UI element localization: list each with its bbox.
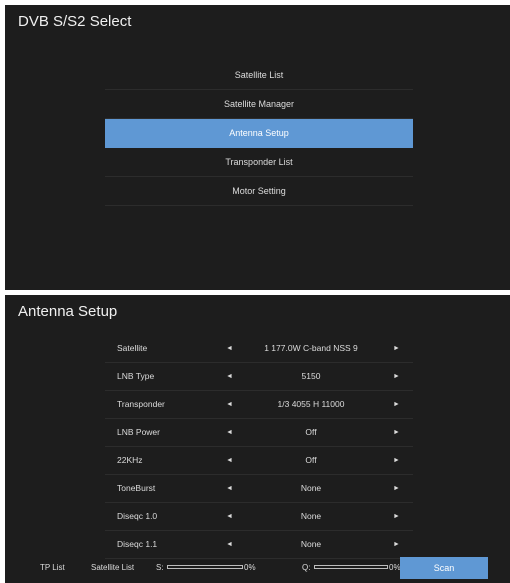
arrow-left-icon[interactable]: ◄ bbox=[226, 531, 233, 558]
arrow-left-icon[interactable]: ◄ bbox=[226, 419, 233, 446]
menu-item-antenna-setup[interactable]: Antenna Setup bbox=[105, 119, 413, 148]
setting-label: Diseqc 1.1 bbox=[117, 539, 158, 549]
arrow-right-icon[interactable]: ► bbox=[393, 391, 400, 418]
setting-value: Off bbox=[305, 455, 317, 465]
screen-title: DVB S/S2 Select bbox=[18, 13, 132, 30]
arrow-right-icon[interactable]: ► bbox=[393, 447, 400, 474]
tp-list-button[interactable]: TP List bbox=[40, 557, 65, 579]
arrow-left-icon[interactable]: ◄ bbox=[226, 391, 233, 418]
setting-row[interactable]: ToneBurst ◄ None ► bbox=[105, 475, 413, 503]
arrow-right-icon[interactable]: ► bbox=[393, 363, 400, 390]
satellite-list-button[interactable]: Satellite List bbox=[91, 557, 134, 579]
menu-item-transponder-list[interactable]: Transponder List bbox=[105, 148, 413, 177]
footer-bar: TP List Satellite List S: 0% Q: 0% Scan bbox=[5, 557, 510, 579]
setting-row[interactable]: Satellite ◄ 1 177.0W C-band NSS 9 ► bbox=[105, 335, 413, 363]
signal-strength-label: S: bbox=[156, 563, 164, 572]
signal-quality-value: 0% bbox=[389, 563, 401, 572]
setting-value: 1 177.0W C-band NSS 9 bbox=[264, 343, 358, 353]
signal-strength-value: 0% bbox=[244, 563, 256, 572]
setting-label: LNB Power bbox=[117, 427, 160, 437]
setting-row[interactable]: LNB Power ◄ Off ► bbox=[105, 419, 413, 447]
setting-row[interactable]: LNB Type ◄ 5150 ► bbox=[105, 363, 413, 391]
setting-value: 1/3 4055 H 11000 bbox=[277, 399, 345, 409]
arrow-left-icon[interactable]: ◄ bbox=[226, 503, 233, 530]
setting-value: None bbox=[300, 511, 322, 521]
setting-value: None bbox=[300, 539, 322, 549]
arrow-left-icon[interactable]: ◄ bbox=[226, 363, 233, 390]
setting-value: None bbox=[300, 483, 322, 493]
dvb-select-screen: DVB S/S2 Select Satellite List Satellite… bbox=[5, 5, 510, 290]
signal-quality-label: Q: bbox=[302, 563, 311, 572]
arrow-right-icon[interactable]: ► bbox=[393, 475, 400, 502]
antenna-setup-screen: Antenna Setup Satellite ◄ 1 177.0W C-band … bbox=[5, 295, 510, 583]
arrow-right-icon[interactable]: ► bbox=[393, 419, 400, 446]
setting-label: 22KHz bbox=[117, 455, 143, 465]
settings-list: Satellite ◄ 1 177.0W C-band NSS 9 ► LNB Type… bbox=[105, 335, 413, 559]
signal-quality-bar bbox=[314, 565, 388, 569]
setting-value: 5150 bbox=[301, 371, 321, 381]
arrow-left-icon[interactable]: ◄ bbox=[226, 335, 233, 362]
arrow-right-icon[interactable]: ► bbox=[393, 531, 400, 558]
arrow-left-icon[interactable]: ◄ bbox=[226, 475, 233, 502]
setting-label: LNB Type bbox=[117, 371, 155, 381]
setting-label: ToneBurst bbox=[117, 483, 156, 493]
menu-item-satellite-list[interactable]: Satellite List bbox=[105, 61, 413, 90]
arrow-right-icon[interactable]: ► bbox=[393, 335, 400, 362]
signal-strength-bar bbox=[167, 565, 243, 569]
setting-label: Transponder bbox=[117, 399, 165, 409]
menu-item-motor-setting[interactable]: Motor Setting bbox=[105, 177, 413, 206]
screen-title: Antenna Setup bbox=[18, 303, 118, 320]
menu-item-satellite-manager[interactable]: Satellite Manager bbox=[105, 90, 413, 119]
setting-row[interactable]: Diseqc 1.1 ◄ None ► bbox=[105, 531, 413, 559]
menu-list: Satellite List Satellite Manager Antenna… bbox=[105, 61, 413, 206]
scan-button[interactable]: Scan bbox=[400, 557, 488, 579]
setting-label: Diseqc 1.0 bbox=[117, 511, 158, 521]
setting-value: Off bbox=[305, 427, 317, 437]
setting-row[interactable]: 22KHz ◄ Off ► bbox=[105, 447, 413, 475]
arrow-left-icon[interactable]: ◄ bbox=[226, 447, 233, 474]
arrow-right-icon[interactable]: ► bbox=[393, 503, 400, 530]
setting-row[interactable]: Diseqc 1.0 ◄ None ► bbox=[105, 503, 413, 531]
setting-row[interactable]: Transponder ◄ 1/3 4055 H 11000 ► bbox=[105, 391, 413, 419]
setting-label: Satellite bbox=[117, 343, 148, 353]
